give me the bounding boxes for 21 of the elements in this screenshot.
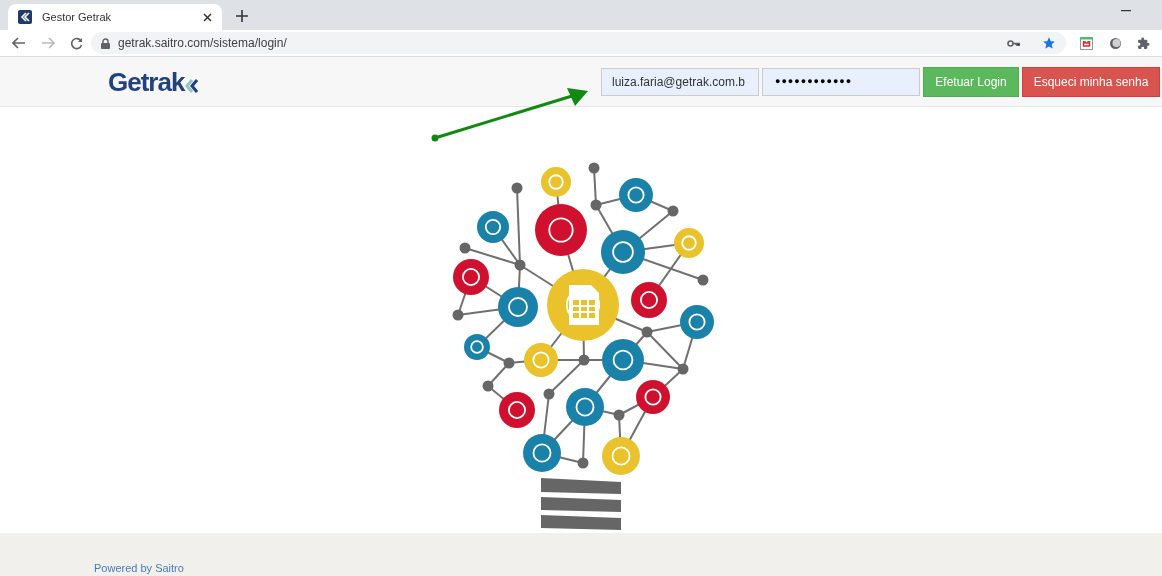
back-arrow-icon[interactable]	[12, 37, 26, 49]
new-tab-icon[interactable]	[236, 10, 248, 22]
puzzle-icon[interactable]	[1137, 36, 1150, 50]
browser-tab[interactable]: Gestor Getrak	[8, 4, 222, 30]
tab-title: Gestor Getrak	[42, 9, 113, 25]
address-bar[interactable]: getrak.saitro.com/sistema/login/	[91, 32, 1066, 54]
getrak-logo[interactable]: Getrak	[108, 68, 199, 95]
close-icon[interactable]	[203, 12, 212, 22]
powered-by-link[interactable]: Powered by Saitro	[94, 562, 184, 574]
email-field[interactable]: luiza.faria@getrak.com.b	[601, 67, 759, 96]
star-icon[interactable]	[1042, 36, 1056, 50]
key-icon[interactable]	[1007, 39, 1020, 47]
forgot-password-button[interactable]: Esqueci minha senha	[1022, 66, 1160, 97]
extension-circle-icon[interactable]	[1109, 36, 1122, 50]
reload-icon[interactable]	[70, 36, 83, 50]
chevron-logo-icon	[18, 10, 32, 24]
lock-icon	[101, 37, 110, 49]
chevron-icon	[184, 78, 199, 93]
password-field[interactable]: ●●●●●●●●●●●●	[762, 67, 920, 96]
minimize-icon[interactable]	[1121, 10, 1131, 12]
extension-icon[interactable]	[1080, 36, 1093, 50]
